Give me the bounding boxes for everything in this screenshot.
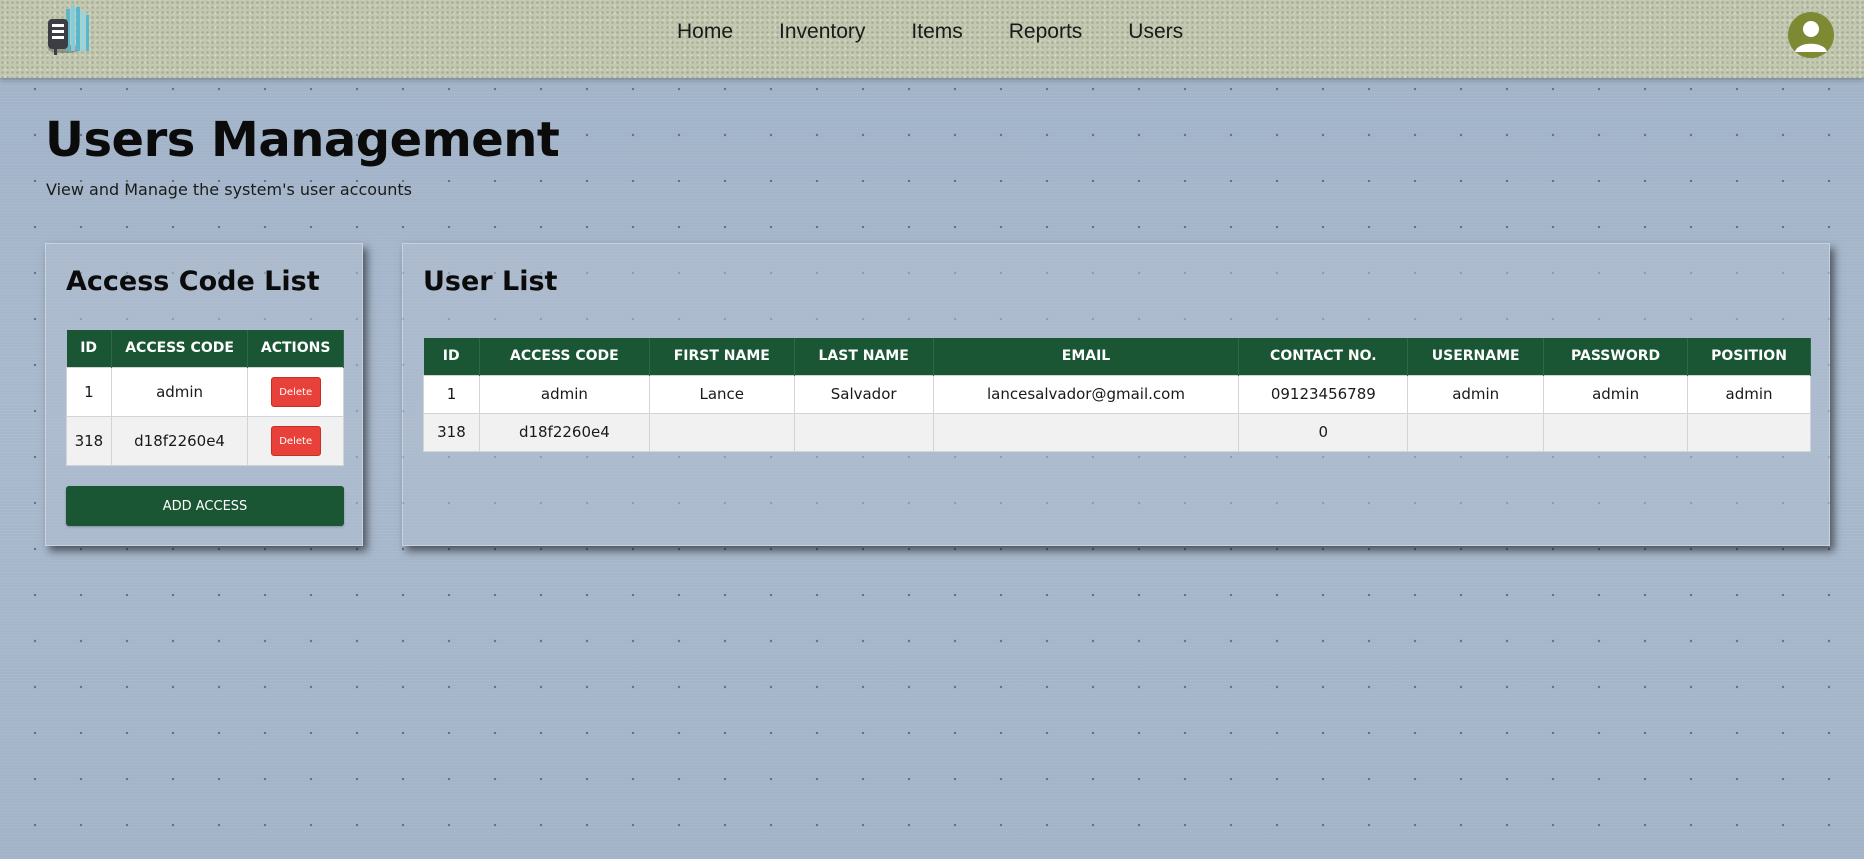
column-header-actions: ACTIONS bbox=[247, 330, 344, 367]
cell-access-code: d18f2260e4 bbox=[110, 415, 249, 466]
cell-id: 1 bbox=[66, 366, 112, 417]
user-list-table: ID ACCESS CODE FIRST NAME LAST NAME EMAI… bbox=[423, 338, 1811, 452]
column-header-last-name: LAST NAME bbox=[794, 338, 934, 375]
logo-icon[interactable] bbox=[42, 3, 94, 57]
cell-last-name: Salvador bbox=[793, 374, 934, 414]
column-header-id: ID bbox=[423, 338, 480, 375]
page-subtitle: View and Manage the system's user accoun… bbox=[46, 180, 412, 199]
cell-position: admin bbox=[1687, 374, 1811, 414]
cell-first-name bbox=[648, 412, 795, 452]
column-header-email: EMAIL bbox=[933, 338, 1240, 375]
table-header-row: ID ACCESS CODE FIRST NAME LAST NAME EMAI… bbox=[423, 338, 1811, 375]
cell-access-code: d18f2260e4 bbox=[478, 412, 650, 452]
table-row: 1 admin Delete bbox=[66, 366, 344, 417]
cell-access-code: admin bbox=[110, 366, 249, 417]
access-code-title: Access Code List bbox=[66, 266, 320, 297]
column-header-password: PASSWORD bbox=[1543, 338, 1689, 375]
nav-reports-link[interactable]: Reports bbox=[1009, 20, 1083, 44]
table-row: 318 d18f2260e4 0 bbox=[423, 412, 1811, 452]
nav-users-link[interactable]: Users bbox=[1128, 20, 1183, 44]
cell-position bbox=[1687, 412, 1811, 452]
cell-id: 1 bbox=[423, 374, 480, 414]
cell-first-name: Lance bbox=[648, 374, 795, 414]
column-header-id: ID bbox=[66, 330, 112, 367]
nav-home-link[interactable]: Home bbox=[677, 20, 733, 44]
cell-username bbox=[1407, 412, 1545, 452]
cell-contact-no: 0 bbox=[1238, 412, 1409, 452]
column-header-contact-no: CONTACT NO. bbox=[1238, 338, 1409, 375]
cell-access-code: admin bbox=[478, 374, 650, 414]
table-row: 318 d18f2260e4 Delete bbox=[66, 415, 344, 466]
cell-contact-no: 09123456789 bbox=[1238, 374, 1409, 414]
cell-email: lancesalvador@gmail.com bbox=[932, 374, 1240, 414]
main-nav: Home Inventory Items Reports Users bbox=[677, 20, 1183, 44]
add-access-button[interactable]: ADD ACCESS bbox=[66, 486, 344, 526]
column-header-username: USERNAME bbox=[1407, 338, 1545, 375]
table-row: 1 admin Lance Salvador lancesalvador@gma… bbox=[423, 374, 1811, 414]
user-list-card: User List ID ACCESS CODE FIRST NAME LAST… bbox=[402, 243, 1830, 546]
nav-inventory-link[interactable]: Inventory bbox=[779, 20, 865, 44]
cell-email bbox=[932, 412, 1240, 452]
cell-actions: Delete bbox=[247, 366, 344, 417]
page-title: Users Management bbox=[45, 112, 560, 168]
user-list-title: User List bbox=[423, 266, 558, 297]
cell-username: admin bbox=[1407, 374, 1545, 414]
cell-password bbox=[1543, 412, 1689, 452]
access-code-table: ID ACCESS CODE ACTIONS 1 admin Delete 31… bbox=[66, 330, 344, 466]
column-header-access-code: ACCESS CODE bbox=[479, 338, 650, 375]
cell-actions: Delete bbox=[247, 415, 344, 466]
delete-button[interactable]: Delete bbox=[270, 376, 321, 407]
cell-id: 318 bbox=[423, 412, 480, 452]
user-avatar-icon[interactable] bbox=[1788, 12, 1834, 58]
cell-last-name bbox=[793, 412, 934, 452]
cell-id: 318 bbox=[66, 415, 112, 466]
column-header-position: POSITION bbox=[1687, 338, 1811, 375]
nav-items-link[interactable]: Items bbox=[911, 20, 962, 44]
column-header-first-name: FIRST NAME bbox=[649, 338, 795, 375]
cell-password: admin bbox=[1543, 374, 1689, 414]
delete-button[interactable]: Delete bbox=[270, 425, 321, 456]
column-header-access-code: ACCESS CODE bbox=[111, 330, 249, 367]
access-code-card: Access Code List ID ACCESS CODE ACTIONS … bbox=[45, 243, 363, 546]
table-header-row: ID ACCESS CODE ACTIONS bbox=[66, 330, 344, 367]
top-navbar: Home Inventory Items Reports Users bbox=[0, 0, 1864, 78]
